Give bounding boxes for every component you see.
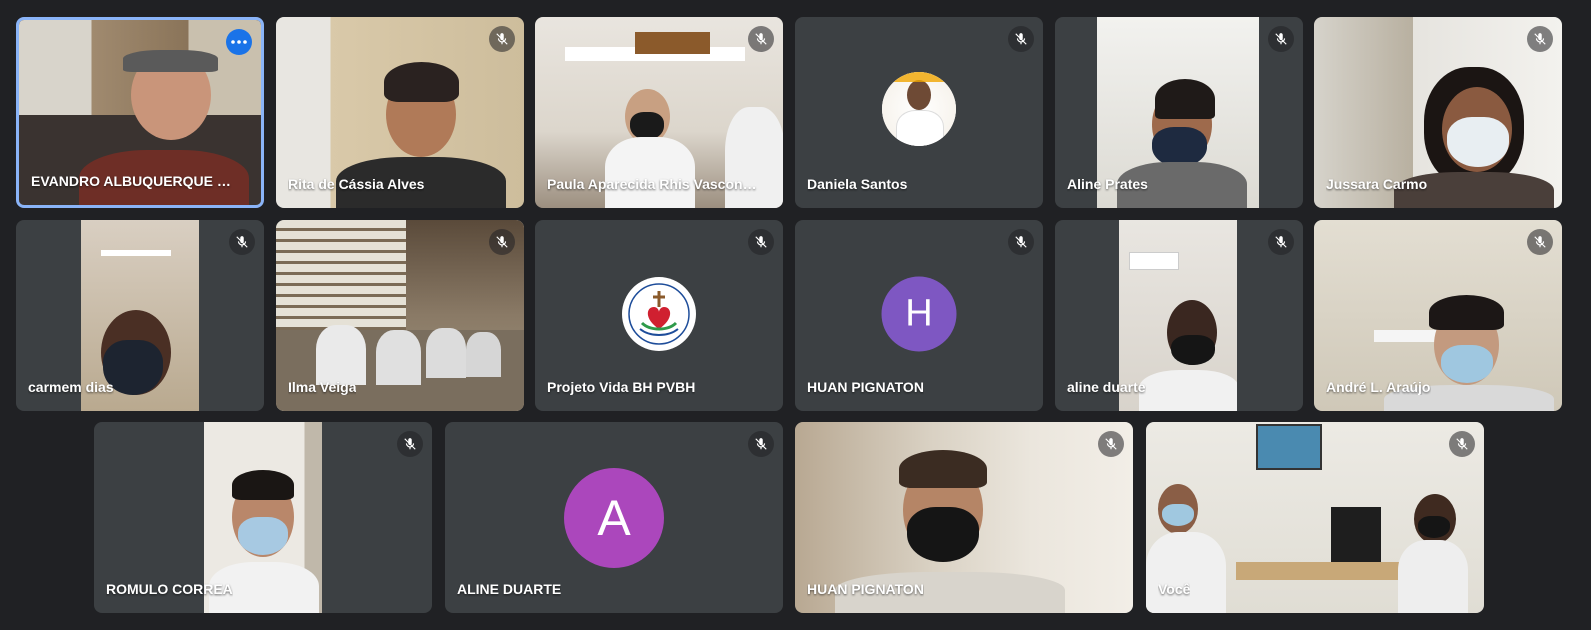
participant-tile[interactable]: Você xyxy=(1146,422,1484,613)
mic-off-icon xyxy=(755,438,767,450)
participant-tile[interactable]: HUAN PIGNATON xyxy=(795,422,1133,613)
participant-tile[interactable]: EVANDRO ALBUQUERQUE DE ... xyxy=(16,17,264,208)
mic-off-button[interactable] xyxy=(397,431,423,457)
avatar-initial: H xyxy=(905,292,933,335)
avatar xyxy=(622,276,696,351)
participant-name: aline duarte xyxy=(1067,379,1146,395)
participant-tile[interactable]: carmem dias xyxy=(16,220,264,411)
mic-off-button[interactable] xyxy=(1449,431,1475,457)
avatar: A xyxy=(564,467,664,568)
participant-name: EVANDRO ALBUQUERQUE DE ... xyxy=(31,173,237,189)
mic-off-icon xyxy=(496,236,508,248)
mic-off-button[interactable] xyxy=(1268,26,1294,52)
mic-off-icon xyxy=(496,33,508,45)
participant-tile[interactable]: Paula Aparecida Rhis Vasconce... xyxy=(535,17,783,208)
avatar-initial: A xyxy=(597,489,631,546)
mic-off-button[interactable] xyxy=(489,229,515,255)
mic-off-icon xyxy=(1534,236,1546,248)
mic-off-icon xyxy=(1275,33,1287,45)
participant-tile[interactable]: Rita de Cássia Alves xyxy=(276,17,524,208)
mic-off-button[interactable] xyxy=(229,229,255,255)
participant-name: Você xyxy=(1158,581,1191,597)
participant-tile[interactable]: Ilma Veiga xyxy=(276,220,524,411)
mic-off-button[interactable] xyxy=(489,26,515,52)
participant-name: Ilma Veiga xyxy=(288,379,357,395)
participant-tile[interactable]: aline duarte xyxy=(1055,220,1303,411)
mic-off-button[interactable] xyxy=(1268,229,1294,255)
participant-tile[interactable]: André L. Araújo xyxy=(1314,220,1562,411)
participant-name: ALINE DUARTE xyxy=(457,581,562,597)
participant-name: Daniela Santos xyxy=(807,176,908,192)
mic-off-icon xyxy=(1105,438,1117,450)
participant-tile[interactable]: Jussara Carmo xyxy=(1314,17,1562,208)
participant-name: carmem dias xyxy=(28,379,114,395)
more-options-icon xyxy=(231,40,247,44)
participant-name: Projeto Vida BH PVBH xyxy=(547,379,696,395)
participant-name: Jussara Carmo xyxy=(1326,176,1428,192)
participant-name: HUAN PIGNATON xyxy=(807,379,924,395)
mic-off-button[interactable] xyxy=(748,26,774,52)
mic-off-button[interactable] xyxy=(1098,431,1124,457)
mic-off-button[interactable] xyxy=(1527,229,1553,255)
mic-off-icon xyxy=(1015,236,1027,248)
mic-off-icon xyxy=(1015,33,1027,45)
participant-name: Paula Aparecida Rhis Vasconce... xyxy=(547,176,758,192)
mic-off-icon xyxy=(755,33,767,45)
mic-off-button[interactable] xyxy=(748,431,774,457)
participant-tile[interactable]: A ALINE DUARTE xyxy=(445,422,783,613)
mic-off-icon xyxy=(404,438,416,450)
mic-off-button[interactable] xyxy=(748,229,774,255)
participant-tile[interactable]: H HUAN PIGNATON xyxy=(795,220,1043,411)
mic-off-button[interactable] xyxy=(1527,26,1553,52)
mic-off-icon xyxy=(1275,236,1287,248)
participant-name: Rita de Cássia Alves xyxy=(288,176,425,192)
avatar: H xyxy=(881,276,957,352)
participant-tile[interactable]: Projeto Vida BH PVBH xyxy=(535,220,783,411)
participant-tile[interactable]: Aline Prates xyxy=(1055,17,1303,208)
participant-video xyxy=(1146,422,1484,613)
participant-tile[interactable]: ROMULO CORREA xyxy=(94,422,432,613)
more-options-button[interactable] xyxy=(226,29,252,55)
mic-off-icon xyxy=(236,236,248,248)
mic-off-icon xyxy=(1534,33,1546,45)
mic-off-button[interactable] xyxy=(1008,26,1034,52)
participant-name: André L. Araújo xyxy=(1326,379,1431,395)
participant-tile[interactable]: Daniela Santos xyxy=(795,17,1043,208)
mic-off-button[interactable] xyxy=(1008,229,1034,255)
participant-name: HUAN PIGNATON xyxy=(807,581,924,597)
project-logo-icon xyxy=(623,277,695,350)
participant-name: Aline Prates xyxy=(1067,176,1148,192)
mic-off-icon xyxy=(755,236,767,248)
mic-off-icon xyxy=(1456,438,1468,450)
participant-name: ROMULO CORREA xyxy=(106,581,233,597)
avatar xyxy=(882,71,956,146)
